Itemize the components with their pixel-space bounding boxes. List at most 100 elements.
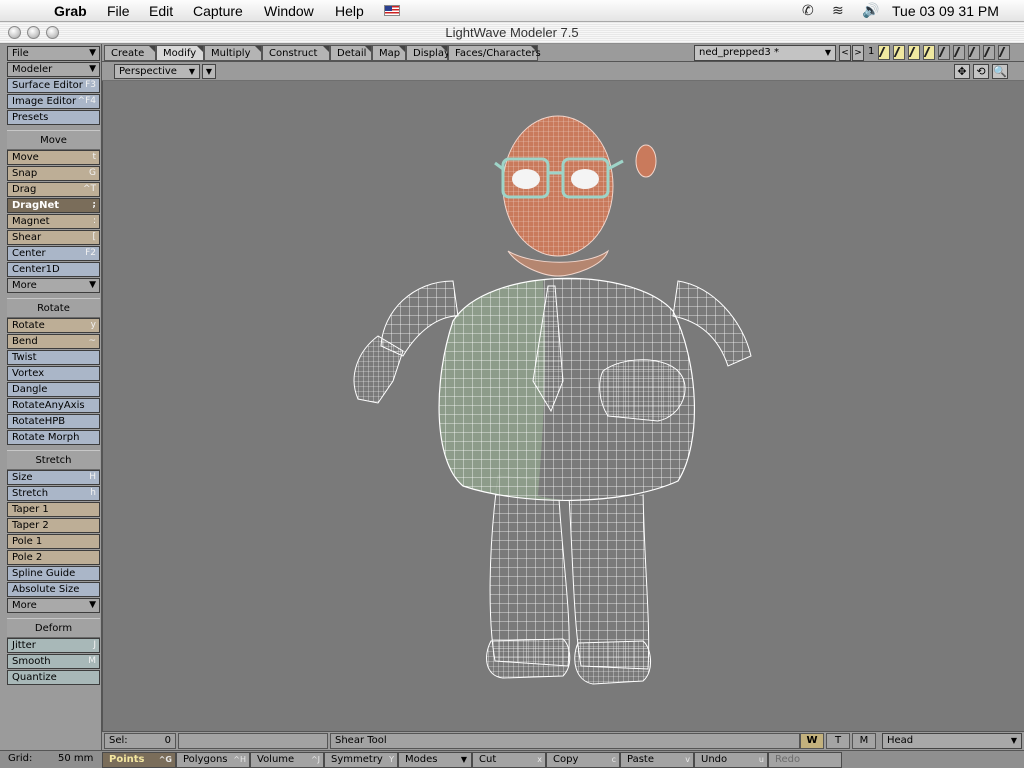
menu-help[interactable]: Help bbox=[335, 3, 364, 19]
center-button[interactable]: Center F2 bbox=[7, 246, 100, 261]
layer-9-button[interactable] bbox=[998, 45, 1010, 60]
texture-map-toggle[interactable]: T bbox=[826, 733, 850, 749]
absolute-size-button[interactable]: Absolute Size bbox=[7, 582, 100, 597]
layer-8-button[interactable] bbox=[983, 45, 995, 60]
view-mode-select[interactable]: Perspective ▼ bbox=[114, 64, 200, 79]
undo-button[interactable]: Undo u bbox=[694, 752, 768, 768]
image-editor-button[interactable]: Image Editor ^F4 bbox=[7, 94, 100, 109]
twist-button[interactable]: Twist bbox=[7, 350, 100, 365]
tab-display[interactable]: Display bbox=[406, 45, 450, 61]
volume-button[interactable]: Volume ^J bbox=[250, 752, 324, 768]
rotatehpb-button[interactable]: RotateHPB bbox=[7, 414, 100, 429]
bend-button[interactable]: Bend ~ bbox=[7, 334, 100, 349]
paste-button[interactable]: Paste v bbox=[620, 752, 694, 768]
size-button[interactable]: Size H bbox=[7, 470, 100, 485]
object-select[interactable]: ned_prepped3 * ▼ bbox=[694, 45, 836, 61]
rotate-view-icon[interactable]: ⟲ bbox=[973, 64, 989, 79]
layer-5-button[interactable] bbox=[938, 45, 950, 60]
more-button[interactable]: More ▼ bbox=[7, 278, 100, 293]
stretch-button[interactable]: Stretch h bbox=[7, 486, 100, 501]
presets-button[interactable]: Presets bbox=[7, 110, 100, 125]
button-label: Pole 1 bbox=[12, 536, 43, 547]
perspective-viewport[interactable] bbox=[102, 81, 1024, 731]
tab-faces-characters[interactable]: Faces/Characters bbox=[448, 45, 541, 61]
shortcut-key: ; bbox=[92, 200, 96, 210]
dangle-button[interactable]: Dangle bbox=[7, 382, 100, 397]
copy-button[interactable]: Copy c bbox=[546, 752, 620, 768]
tab-detail[interactable]: Detail bbox=[330, 45, 372, 61]
magnet-button[interactable]: Magnet: bbox=[7, 214, 100, 229]
phone-icon[interactable]: ✆ bbox=[802, 2, 814, 19]
window-title-bar[interactable]: LightWave Modeler 7.5 bbox=[0, 22, 1024, 44]
menu-capture[interactable]: Capture bbox=[193, 3, 243, 19]
chevron-down-icon: ▼ bbox=[89, 600, 96, 610]
drag-button[interactable]: Drag ^T bbox=[7, 182, 100, 197]
shear-button[interactable]: Shear [ bbox=[7, 230, 100, 245]
morph-map-toggle[interactable]: M bbox=[852, 733, 876, 749]
wireframe-model[interactable] bbox=[103, 81, 1024, 731]
rotateanyaxis-button[interactable]: RotateAnyAxis bbox=[7, 398, 100, 413]
pole-1-button[interactable]: Pole 1 bbox=[7, 534, 100, 549]
volume-icon[interactable]: 🔊 bbox=[862, 2, 879, 19]
button-label: Vortex bbox=[12, 368, 45, 379]
rotate-morph-button[interactable]: Rotate Morph bbox=[7, 430, 100, 445]
taper-2-button[interactable]: Taper 2 bbox=[7, 518, 100, 533]
file-button[interactable]: File ▼ bbox=[7, 46, 100, 61]
shortcut-key: ^T bbox=[82, 184, 96, 194]
menu-clock[interactable]: Tue 03 09 31 PM bbox=[892, 3, 999, 19]
tab-modify[interactable]: Modify bbox=[156, 45, 204, 61]
zoom-icon[interactable]: 🔍 bbox=[992, 64, 1008, 79]
menu-grab[interactable]: Grab bbox=[54, 3, 87, 19]
modeler-button[interactable]: Modeler ▼ bbox=[7, 62, 100, 77]
menu-edit[interactable]: Edit bbox=[149, 3, 173, 19]
smooth-button[interactable]: Smooth M bbox=[7, 654, 100, 669]
menu-window[interactable]: Window bbox=[264, 3, 314, 19]
modes-button[interactable]: Modes ▼ bbox=[398, 752, 472, 768]
vortex-button[interactable]: Vortex bbox=[7, 366, 100, 381]
spline-guide-button[interactable]: Spline Guide bbox=[7, 566, 100, 581]
view-options-button[interactable]: ▼ bbox=[202, 64, 216, 79]
button-label: Magnet bbox=[12, 216, 50, 227]
jitter-button[interactable]: Jitter J bbox=[7, 638, 100, 653]
taper-1-button[interactable]: Taper 1 bbox=[7, 502, 100, 517]
move-button[interactable]: Move t bbox=[7, 150, 100, 165]
tab-map[interactable]: Map bbox=[372, 45, 406, 61]
center1d-button[interactable]: Center1D bbox=[7, 262, 100, 277]
chevron-down-icon: ▼ bbox=[89, 48, 96, 58]
tab-create[interactable]: Create bbox=[104, 45, 156, 61]
tab-multiply[interactable]: Multiply bbox=[204, 45, 262, 61]
next-object-button[interactable]: > bbox=[852, 45, 864, 61]
polygons-button[interactable]: Polygons ^H bbox=[176, 752, 250, 768]
move-view-icon[interactable]: ✥ bbox=[954, 64, 970, 79]
mode-bar: Grid: 50 mm Points ^G Polygons ^H Volume ^J Sy… bbox=[0, 750, 1024, 768]
layer-2-button[interactable] bbox=[893, 45, 905, 60]
shortcut-key: c bbox=[611, 755, 616, 764]
input-menu-flag-icon[interactable] bbox=[384, 5, 400, 16]
weight-map-toggle[interactable]: W bbox=[800, 733, 824, 749]
pole-2-button[interactable]: Pole 2 bbox=[7, 550, 100, 565]
dragnet-button[interactable]: DragNet; bbox=[7, 198, 100, 213]
more-button[interactable]: More ▼ bbox=[7, 598, 100, 613]
shortcut-key: x bbox=[537, 755, 542, 764]
points-button[interactable]: Points ^G bbox=[102, 752, 176, 768]
tab-construct[interactable]: Construct bbox=[262, 45, 330, 61]
menu-file[interactable]: File bbox=[107, 3, 130, 19]
wifi-icon[interactable]: ≋ bbox=[832, 2, 844, 19]
redo-button[interactable]: Redo bbox=[768, 752, 842, 768]
surface-editor-button[interactable]: Surface Editor F3 bbox=[7, 78, 100, 93]
shortcut-key: v bbox=[685, 755, 690, 764]
layer-4-button[interactable] bbox=[923, 45, 935, 60]
layer-1-button[interactable] bbox=[878, 45, 890, 60]
button-label: Bend bbox=[12, 336, 38, 347]
layer-6-button[interactable] bbox=[953, 45, 965, 60]
symmetry-button[interactable]: Symmetry Y bbox=[324, 752, 398, 768]
layer-3-button[interactable] bbox=[908, 45, 920, 60]
surface-value: Head bbox=[887, 735, 914, 746]
rotate-button[interactable]: Rotate y bbox=[7, 318, 100, 333]
snap-button[interactable]: Snap G bbox=[7, 166, 100, 181]
layer-7-button[interactable] bbox=[968, 45, 980, 60]
cut-button[interactable]: Cut x bbox=[472, 752, 546, 768]
prev-object-button[interactable]: < bbox=[839, 45, 851, 61]
quantize-button[interactable]: Quantize bbox=[7, 670, 100, 685]
surface-select[interactable]: Head ▼ bbox=[882, 733, 1022, 749]
